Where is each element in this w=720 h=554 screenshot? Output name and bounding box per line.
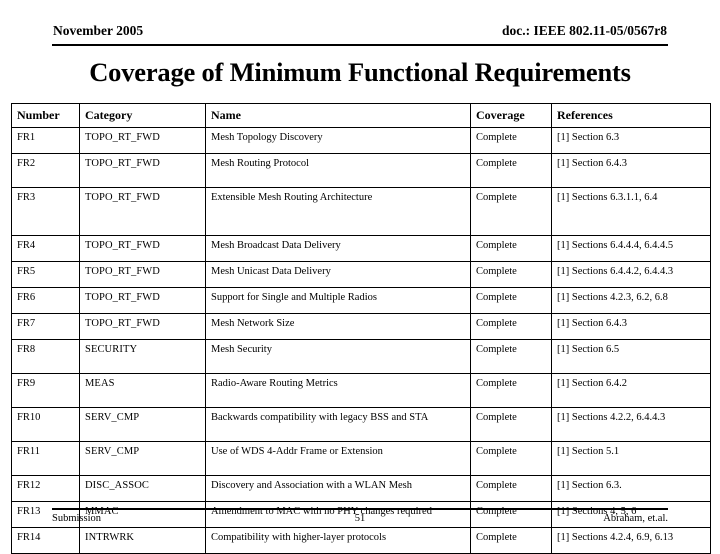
cell-name: Backwards compatibility with legacy BSS …: [205, 407, 471, 442]
cell-coverage: Complete: [470, 187, 552, 236]
cell-number: FR14: [11, 527, 80, 554]
table-row: FR1 TOPO_RT_FWD Mesh Topology Discovery …: [11, 127, 711, 154]
cell-name: Mesh Broadcast Data Delivery: [205, 235, 471, 262]
cell-references: [1] Section 6.3.: [551, 475, 711, 502]
cell-category: SECURITY: [79, 339, 206, 374]
cell-number: FR12: [11, 475, 80, 502]
slide-page: November 2005 doc.: IEEE 802.11-05/0567r…: [0, 0, 720, 554]
cell-references: [1] Section 6.4.3: [551, 153, 711, 188]
cell-coverage: Complete: [470, 261, 552, 288]
cell-coverage: Complete: [470, 407, 552, 442]
cell-coverage: Complete: [470, 527, 552, 554]
requirements-table: Number Category Name Coverage References…: [11, 103, 711, 554]
cell-references: [1] Sections 4.2.3, 6.2, 6.8: [551, 287, 711, 314]
cell-number: FR11: [11, 441, 80, 476]
cell-references: [1] Section 6.4.3: [551, 313, 711, 340]
cell-references: [1] Sections 6.4.4.2, 6.4.4.3: [551, 261, 711, 288]
cell-coverage: Complete: [470, 235, 552, 262]
cell-name: Support for Single and Multiple Radios: [205, 287, 471, 314]
table-row: FR7 TOPO_RT_FWD Mesh Network Size Comple…: [11, 313, 711, 340]
cell-coverage: Complete: [470, 373, 552, 408]
cell-number: FR10: [11, 407, 80, 442]
table-row: FR8 SECURITY Mesh Security Complete [1] …: [11, 339, 711, 374]
cell-coverage: Complete: [470, 127, 552, 154]
cell-references: [1] Section 5.1: [551, 441, 711, 476]
cell-references: [1] Section 6.4.2: [551, 373, 711, 408]
table-row: FR5 TOPO_RT_FWD Mesh Unicast Data Delive…: [11, 261, 711, 288]
cell-category: DISC_ASSOC: [79, 475, 206, 502]
cell-references: [1] Section 6.5: [551, 339, 711, 374]
cell-category: INTRWRK: [79, 527, 206, 554]
cell-number: FR3: [11, 187, 80, 236]
cell-coverage: Complete: [470, 339, 552, 374]
cell-references: [1] Section 6.3: [551, 127, 711, 154]
cell-name: Mesh Routing Protocol: [205, 153, 471, 188]
cell-name: Mesh Unicast Data Delivery: [205, 261, 471, 288]
cell-category: TOPO_RT_FWD: [79, 287, 206, 314]
column-header-references: References: [551, 103, 711, 128]
cell-references: [1] Sections 4.2.2, 6.4.4.3: [551, 407, 711, 442]
column-header-name: Name: [205, 103, 471, 128]
cell-number: FR5: [11, 261, 80, 288]
cell-name: Radio-Aware Routing Metrics: [205, 373, 471, 408]
cell-category: TOPO_RT_FWD: [79, 235, 206, 262]
cell-number: FR7: [11, 313, 80, 340]
column-header-coverage: Coverage: [470, 103, 552, 128]
table-row: FR6 TOPO_RT_FWD Support for Single and M…: [11, 287, 711, 314]
footer-author: Abraham, et.al.: [603, 513, 668, 524]
cell-coverage: Complete: [470, 313, 552, 340]
column-header-number: Number: [11, 103, 80, 128]
cell-number: FR6: [11, 287, 80, 314]
cell-number: FR2: [11, 153, 80, 188]
cell-category: TOPO_RT_FWD: [79, 261, 206, 288]
cell-category: TOPO_RT_FWD: [79, 187, 206, 236]
footer-submission-label: Submission: [52, 513, 102, 524]
table-header-row: Number Category Name Coverage References: [11, 103, 711, 128]
cell-number: FR8: [11, 339, 80, 374]
cell-number: FR4: [11, 235, 80, 262]
cell-coverage: Complete: [470, 475, 552, 502]
page-title: Coverage of Minimum Functional Requireme…: [89, 57, 631, 87]
cell-name: Compatibility with higher-layer protocol…: [205, 527, 471, 554]
table-row: FR9 MEAS Radio-Aware Routing Metrics Com…: [11, 373, 711, 408]
table-row: FR10 SERV_CMP Backwards compatibility wi…: [11, 407, 711, 442]
cell-name: Mesh Security: [205, 339, 471, 374]
document-header: November 2005 doc.: IEEE 802.11-05/0567r…: [52, 22, 668, 46]
cell-coverage: Complete: [470, 441, 552, 476]
cell-number: FR1: [11, 127, 80, 154]
cell-name: Mesh Network Size: [205, 313, 471, 340]
requirements-table-container: Number Category Name Coverage References…: [11, 103, 711, 554]
cell-name: Use of WDS 4-Addr Frame or Extension: [205, 441, 471, 476]
cell-category: SERV_CMP: [79, 441, 206, 476]
table-row: FR4 TOPO_RT_FWD Mesh Broadcast Data Deli…: [11, 235, 711, 262]
cell-category: SERV_CMP: [79, 407, 206, 442]
cell-category: TOPO_RT_FWD: [79, 313, 206, 340]
cell-category: MEAS: [79, 373, 206, 408]
cell-name: Extensible Mesh Routing Architecture: [205, 187, 471, 236]
cell-category: TOPO_RT_FWD: [79, 127, 206, 154]
cell-references: [1] Sections 4.2.4, 6.9, 6.13: [551, 527, 711, 554]
cell-number: FR9: [11, 373, 80, 408]
cell-category: TOPO_RT_FWD: [79, 153, 206, 188]
table-row: FR3 TOPO_RT_FWD Extensible Mesh Routing …: [11, 187, 711, 236]
table-row: FR11 SERV_CMP Use of WDS 4-Addr Frame or…: [11, 441, 711, 476]
cell-references: [1] Sections 6.3.1.1, 6.4: [551, 187, 711, 236]
header-date: November 2005: [53, 23, 144, 38]
header-doc-number: doc.: IEEE 802.11-05/0567r8: [501, 23, 667, 38]
cell-coverage: Complete: [470, 287, 552, 314]
cell-name: Discovery and Association with a WLAN Me…: [205, 475, 471, 502]
table-row: FR12 DISC_ASSOC Discovery and Associatio…: [11, 475, 711, 502]
cell-coverage: Complete: [470, 153, 552, 188]
footer-page-number: 51: [354, 513, 366, 524]
cell-name: Mesh Topology Discovery: [205, 127, 471, 154]
table-row: FR14 INTRWRK Compatibility with higher-l…: [11, 527, 711, 554]
document-footer: Submission 51 Abraham, et.al.: [52, 508, 668, 525]
table-row: FR2 TOPO_RT_FWD Mesh Routing Protocol Co…: [11, 153, 711, 188]
table-body: FR1 TOPO_RT_FWD Mesh Topology Discovery …: [11, 127, 711, 554]
column-header-category: Category: [79, 103, 206, 128]
cell-references: [1] Sections 6.4.4.4, 6.4.4.5: [551, 235, 711, 262]
